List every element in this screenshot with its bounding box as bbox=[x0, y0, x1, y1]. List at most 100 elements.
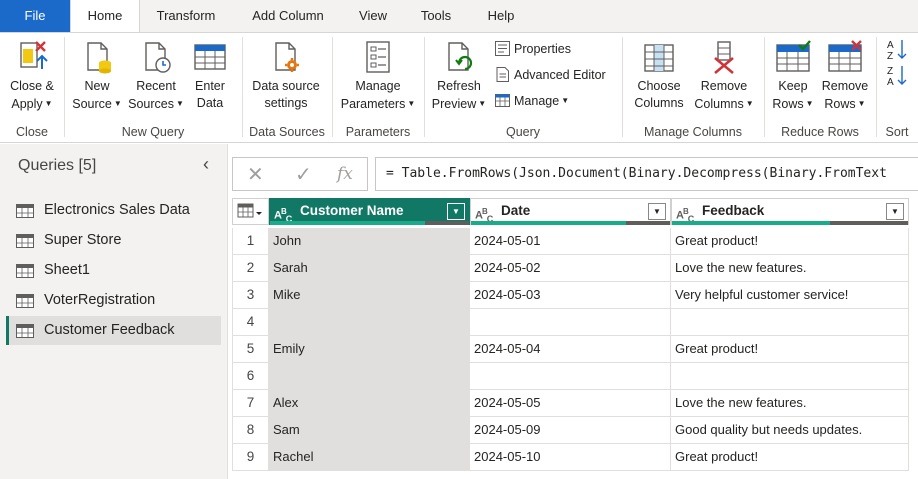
formula-input[interactable]: = Table.FromRows(Json.Document(Binary.De… bbox=[375, 157, 918, 191]
query-item-customer-feedback[interactable]: Customer Feedback bbox=[6, 316, 221, 345]
table-cell[interactable]: Great product! bbox=[671, 336, 909, 363]
tab-transform[interactable]: Transform bbox=[146, 0, 226, 32]
enter-data-button[interactable]: Enter Data bbox=[188, 37, 232, 112]
table-cell[interactable]: 2024-05-10 bbox=[470, 444, 671, 471]
table-menu-button[interactable] bbox=[232, 198, 269, 225]
data-source-settings-button[interactable]: Data source settings bbox=[246, 37, 326, 112]
table-row: 2 Sarah 2024-05-02 Love the new features… bbox=[232, 255, 909, 282]
sort-descending-button[interactable]: Z A bbox=[882, 63, 912, 92]
table-cell[interactable] bbox=[269, 363, 470, 390]
text-type-icon[interactable]: ABC bbox=[676, 200, 694, 231]
group-label-sort: Sort bbox=[885, 125, 909, 139]
table-cell[interactable]: Emily bbox=[269, 336, 470, 363]
chevron-down-icon: ▼ bbox=[561, 96, 570, 105]
query-item-sheet1[interactable]: Sheet1 bbox=[6, 256, 221, 285]
table-cell[interactable]: Love the new features. bbox=[671, 390, 909, 417]
table-cell[interactable]: Mike bbox=[269, 282, 470, 309]
properties-button[interactable]: Properties bbox=[494, 38, 571, 60]
row-number[interactable]: 9 bbox=[232, 444, 269, 471]
recent-sources-button[interactable]: Recent Sources ▼ bbox=[127, 37, 185, 113]
fx-icon[interactable]: fx bbox=[337, 164, 353, 184]
filter-dropdown-icon[interactable]: ▼ bbox=[648, 203, 666, 220]
text-type-icon[interactable]: ABC bbox=[475, 200, 493, 231]
ribbon-tab-bar: File Home Transform Add Column View Tool… bbox=[0, 0, 918, 33]
table-cell[interactable]: Sarah bbox=[269, 255, 470, 282]
advanced-editor-button[interactable]: Advanced Editor bbox=[494, 64, 606, 86]
tab-help[interactable]: Help bbox=[478, 0, 524, 32]
filter-dropdown-icon[interactable]: ▼ bbox=[447, 203, 465, 220]
row-number[interactable]: 4 bbox=[232, 309, 269, 336]
table-cell[interactable] bbox=[470, 309, 671, 336]
row-number[interactable]: 8 bbox=[232, 417, 269, 444]
table-cell[interactable]: Rachel bbox=[269, 444, 470, 471]
parameters-icon bbox=[366, 41, 390, 73]
table-cell[interactable]: Good quality but needs updates. bbox=[671, 417, 909, 444]
formula-bar-buttons: ✕ ✓ fx bbox=[232, 157, 368, 191]
column-header-date[interactable]: ABC Date ▼ bbox=[470, 198, 671, 225]
sort-ascending-button[interactable]: A Z bbox=[882, 37, 912, 66]
manage-parameters-button[interactable]: Manage Parameters ▼ bbox=[336, 37, 420, 113]
table-cell[interactable]: Great product! bbox=[671, 444, 909, 471]
table-cell[interactable]: 2024-05-05 bbox=[470, 390, 671, 417]
table-cell[interactable]: Great product! bbox=[671, 228, 909, 255]
queries-pane: Queries [5] ‹ Electronics Sales Data Sup… bbox=[0, 144, 228, 479]
table-cell[interactable]: 2024-05-04 bbox=[470, 336, 671, 363]
cancel-icon[interactable]: ✕ bbox=[247, 162, 264, 187]
table-icon bbox=[495, 94, 510, 107]
group-label-reduce-rows: Reduce Rows bbox=[781, 125, 859, 139]
table-icon bbox=[16, 204, 34, 218]
tab-tools[interactable]: Tools bbox=[412, 0, 460, 32]
collapse-pane-icon[interactable]: ‹ bbox=[203, 154, 209, 175]
row-number[interactable]: 6 bbox=[232, 363, 269, 390]
query-item-voter-registration[interactable]: VoterRegistration bbox=[6, 286, 221, 315]
remove-columns-icon bbox=[714, 41, 734, 74]
table-cell[interactable] bbox=[671, 363, 909, 390]
group-label-new-query: New Query bbox=[121, 125, 185, 139]
table-cell[interactable]: Sam bbox=[269, 417, 470, 444]
chevron-down-icon: ▼ bbox=[478, 99, 487, 108]
row-number[interactable]: 2 bbox=[232, 255, 269, 282]
refresh-preview-button[interactable]: Refresh Preview ▼ bbox=[428, 37, 490, 113]
tab-add-column[interactable]: Add Column bbox=[240, 0, 336, 32]
remove-rows-button[interactable]: Remove Rows ▼ bbox=[818, 37, 872, 113]
tab-home[interactable]: Home bbox=[70, 0, 140, 33]
table-cell[interactable]: Alex bbox=[269, 390, 470, 417]
advanced-editor-icon bbox=[496, 67, 509, 82]
table-cell[interactable]: 2024-05-01 bbox=[470, 228, 671, 255]
tab-file[interactable]: File bbox=[0, 0, 70, 32]
queries-title: Queries [5] bbox=[18, 157, 97, 174]
table-cell[interactable]: 2024-05-02 bbox=[470, 255, 671, 282]
table-cell[interactable]: Love the new features. bbox=[671, 255, 909, 282]
remove-columns-button[interactable]: Remove Columns ▼ bbox=[692, 37, 756, 113]
svg-text:A: A bbox=[887, 77, 894, 87]
chevron-down-icon: ▼ bbox=[857, 99, 866, 108]
row-number[interactable]: 3 bbox=[232, 282, 269, 309]
table-cell[interactable]: 2024-05-09 bbox=[470, 417, 671, 444]
new-source-button[interactable]: New Source ▼ bbox=[70, 37, 124, 113]
manage-button[interactable]: Manage ▼ bbox=[494, 90, 569, 112]
close-apply-button[interactable]: Close & Apply ▼ bbox=[6, 37, 58, 113]
text-type-icon[interactable]: ABC bbox=[274, 200, 292, 231]
table-cell[interactable]: John bbox=[269, 228, 470, 255]
choose-columns-button[interactable]: Choose Columns bbox=[628, 37, 690, 112]
ribbon: Close & Apply ▼ Close New Source ▼ Recent … bbox=[0, 32, 918, 143]
column-header-feedback[interactable]: ABC Feedback ▼ bbox=[671, 198, 909, 225]
row-number[interactable]: 1 bbox=[232, 228, 269, 255]
sort-descending-icon: Z A bbox=[887, 66, 907, 88]
table-cell[interactable] bbox=[671, 309, 909, 336]
table-cell[interactable] bbox=[269, 309, 470, 336]
query-item-super-store[interactable]: Super Store bbox=[6, 226, 221, 255]
keep-rows-button[interactable]: Keep Rows ▼ bbox=[768, 37, 818, 113]
data-source-settings-icon bbox=[275, 42, 299, 72]
row-number[interactable]: 7 bbox=[232, 390, 269, 417]
filter-dropdown-icon[interactable]: ▼ bbox=[886, 203, 904, 220]
row-number[interactable]: 5 bbox=[232, 336, 269, 363]
column-header-customer-name[interactable]: ABC Customer Name ▼ bbox=[269, 198, 470, 225]
table-cell[interactable]: 2024-05-03 bbox=[470, 282, 671, 309]
table-cell[interactable] bbox=[470, 363, 671, 390]
query-item-electronics-sales-data[interactable]: Electronics Sales Data bbox=[6, 196, 221, 225]
check-icon[interactable]: ✓ bbox=[295, 162, 312, 187]
table-row: 4 bbox=[232, 309, 909, 336]
tab-view[interactable]: View bbox=[350, 0, 396, 32]
table-cell[interactable]: Very helpful customer service! bbox=[671, 282, 909, 309]
